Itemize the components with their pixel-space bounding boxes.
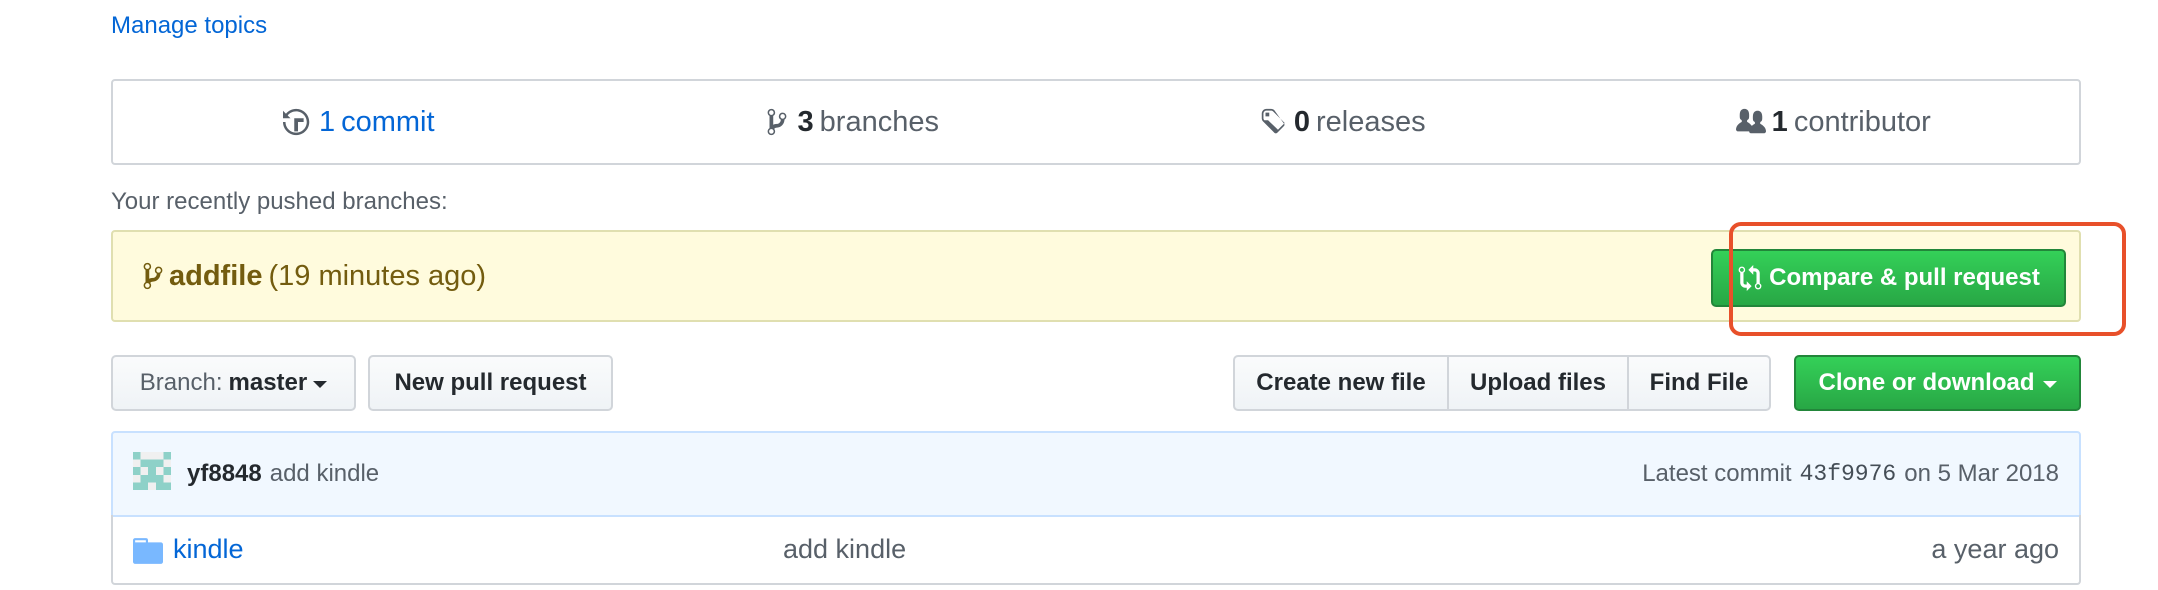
manage-topics-link[interactable]: Manage topics: [111, 12, 267, 40]
commits-count: 1: [318, 105, 336, 138]
branch-select-value: master: [228, 369, 308, 396]
contributors-stat[interactable]: 1 contributor: [1588, 81, 2080, 163]
file-row: kindle add kindle a year ago: [111, 515, 2081, 585]
branches-label: branches: [819, 105, 939, 138]
commit-author-info: yf8848 add kindle: [187, 433, 379, 515]
recent-branch-info: addfile (19 minutes ago): [143, 232, 486, 320]
repo-stats-bar: 1 commit 3 branches 0 releases 1 contrib…: [111, 79, 2081, 165]
commits-label: commit: [341, 105, 435, 138]
releases-count: 0: [1293, 105, 1310, 138]
folder-icon: [133, 538, 163, 564]
contributors-count: 1: [1771, 105, 1788, 138]
people-icon: [1735, 108, 1766, 134]
contributors-label: contributor: [1793, 105, 1931, 138]
find-file-button[interactable]: Find File: [1627, 355, 1771, 411]
new-pull-request-button[interactable]: New pull request: [368, 355, 613, 411]
latest-commit-info: Latest commit 43f9976 on 5 Mar 2018: [1642, 433, 2059, 515]
commit-message[interactable]: add kindle: [270, 460, 379, 488]
commits-stat[interactable]: 1 commit: [113, 81, 605, 163]
git-branch-icon: [143, 262, 163, 290]
recent-branch-name[interactable]: addfile: [169, 260, 262, 293]
branch-select-button[interactable]: Branch: master: [111, 355, 356, 411]
file-name-link[interactable]: kindle: [173, 515, 244, 583]
branch-select-label: Branch:: [139, 369, 223, 396]
avatar[interactable]: [133, 452, 171, 490]
commit-author[interactable]: yf8848: [187, 460, 262, 488]
branches-count: 3: [797, 105, 814, 138]
file-age: a year ago: [1931, 533, 2059, 564]
commit-sha[interactable]: 43f9976: [1800, 461, 1897, 487]
caret-down-icon: [2042, 381, 2057, 388]
clone-or-download-label: Clone or download: [1818, 369, 2035, 396]
commit-date: on 5 Mar 2018: [1904, 460, 2059, 487]
recent-branches-label: Your recently pushed branches:: [111, 188, 448, 215]
releases-stat[interactable]: 0 releases: [1096, 81, 1588, 163]
latest-commit-label: Latest commit: [1642, 460, 1792, 487]
history-icon: [282, 108, 310, 136]
upload-files-button[interactable]: Upload files: [1447, 355, 1629, 411]
branches-stat[interactable]: 3 branches: [605, 81, 1097, 163]
file-commit-message[interactable]: add kindle: [783, 515, 906, 583]
create-new-file-button[interactable]: Create new file: [1233, 355, 1449, 411]
latest-commit-bar: yf8848 add kindle Latest commit 43f9976 …: [111, 431, 2081, 517]
releases-label: releases: [1316, 105, 1426, 138]
git-branch-icon: [767, 108, 786, 136]
recent-branch-time: (19 minutes ago): [268, 259, 487, 292]
file-actions-group: Create new file Upload files Find File: [1233, 355, 1771, 411]
tag-icon: [1261, 108, 1285, 134]
highlight-annotation: [1729, 222, 2126, 336]
caret-down-icon: [313, 381, 328, 388]
clone-or-download-button[interactable]: Clone or download: [1794, 355, 2081, 411]
